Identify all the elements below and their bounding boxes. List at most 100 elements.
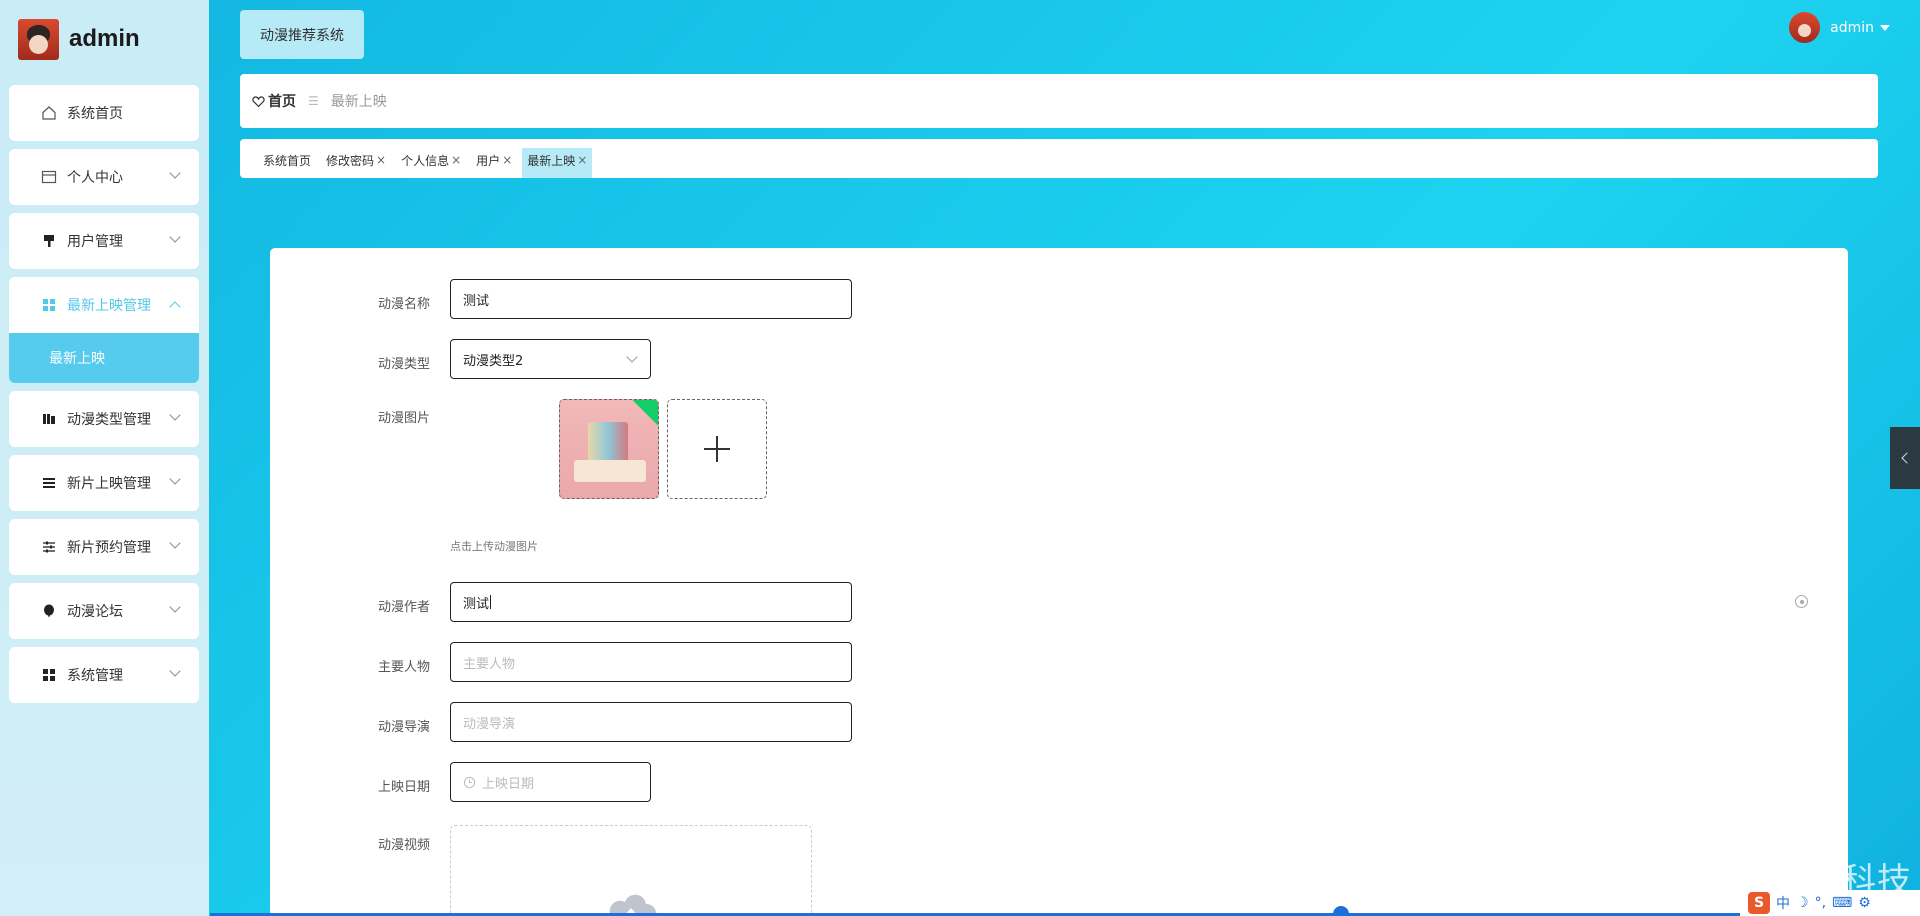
sidebar-item-system-management[interactable]: 系统管理 bbox=[9, 647, 199, 703]
sidebar-item-user-management[interactable]: 用户管理 bbox=[9, 213, 199, 269]
sidebar-item-label: 动漫论坛 bbox=[67, 604, 123, 620]
form-row-image: 动漫图片 bbox=[270, 401, 440, 431]
field-label: 动漫名称 bbox=[377, 296, 430, 312]
anime-name-value: 测试 bbox=[463, 293, 490, 309]
image-content bbox=[574, 460, 646, 482]
chevron-up-icon bbox=[169, 301, 181, 313]
clock-icon bbox=[463, 776, 476, 788]
sidebar-item-anime-type-management[interactable]: 动漫类型管理 bbox=[9, 391, 199, 447]
plus-icon bbox=[704, 436, 730, 462]
list-icon bbox=[39, 473, 59, 493]
chevron-down-icon bbox=[169, 409, 181, 421]
anime-author-value: 测试 bbox=[463, 596, 490, 612]
balloon-icon bbox=[39, 601, 59, 621]
form-row-characters: 主要人物 bbox=[270, 645, 440, 685]
form-row-name: 动漫名称 bbox=[270, 282, 440, 322]
side-panel-toggle[interactable] bbox=[1890, 427, 1920, 489]
cloud-upload-icon bbox=[607, 894, 657, 916]
tab-label: 最新上映 bbox=[527, 153, 576, 168]
release-date-placeholder: 上映日期 bbox=[482, 776, 535, 792]
field-label: 动漫导演 bbox=[377, 719, 430, 735]
keyboard-icon[interactable]: ⌨ bbox=[1832, 895, 1852, 911]
anime-type-value: 动漫类型2 bbox=[463, 353, 524, 369]
form-card: 动漫名称 测试 动漫类型 动漫类型2 动漫图片 点击上传动漫图片 动漫作者 测试… bbox=[270, 248, 1848, 916]
form-row-release-date: 上映日期 bbox=[270, 765, 440, 805]
anime-name-input[interactable]: 测试 bbox=[450, 279, 852, 319]
brush-icon bbox=[39, 231, 59, 251]
breadcrumb-home[interactable]: 首页 bbox=[252, 91, 296, 111]
chevron-left-icon bbox=[1901, 452, 1913, 464]
form-row-type: 动漫类型 bbox=[270, 342, 440, 382]
user-name: admin bbox=[1830, 19, 1874, 36]
chevron-down-icon bbox=[169, 601, 181, 613]
chevron-down-icon bbox=[169, 167, 181, 179]
sidebar-item-personal-center[interactable]: 个人中心 bbox=[9, 149, 199, 205]
tab-label: 系统首页 bbox=[263, 153, 312, 168]
side-menu: 系统首页 个人中心 用户管理 最新上映管理 最新上映 动漫类型管理 新片上映管理… bbox=[9, 85, 199, 711]
home-icon bbox=[39, 103, 59, 123]
caret-down-icon bbox=[1880, 24, 1890, 31]
card-icon bbox=[39, 167, 59, 187]
tab-latest-release[interactable]: 最新上映 × bbox=[522, 148, 593, 178]
breadcrumb-current: 最新上映 bbox=[330, 94, 387, 110]
sliders-icon bbox=[39, 537, 59, 557]
chevron-down-icon bbox=[169, 231, 181, 243]
sidebar-item-label: 新片预约管理 bbox=[67, 540, 151, 556]
field-label: 动漫图片 bbox=[377, 410, 430, 426]
punctuation-icon[interactable]: °, bbox=[1815, 895, 1826, 911]
settings-icon[interactable]: ⚙ bbox=[1858, 895, 1871, 911]
sogou-ime-icon[interactable]: S bbox=[1748, 892, 1770, 914]
heart-icon bbox=[252, 95, 265, 107]
chevron-down-icon bbox=[626, 351, 638, 363]
release-date-picker[interactable]: 上映日期 bbox=[450, 762, 651, 802]
field-label: 动漫视频 bbox=[377, 837, 430, 853]
upload-success-corner bbox=[632, 400, 658, 426]
sidebar-item-latest-release-management[interactable]: 最新上映管理 bbox=[9, 277, 199, 333]
breadcrumb: 首页 ☰ 最新上映 bbox=[240, 74, 1878, 128]
tag-tabs: 系统首页 修改密码 × 个人信息 × 用户 × 最新上映 × bbox=[240, 139, 1878, 178]
tab-user[interactable]: 用户 × bbox=[471, 148, 517, 178]
sidebar-item-label: 用户管理 bbox=[67, 234, 123, 250]
image-upload-tip: 点击上传动漫图片 bbox=[450, 540, 538, 553]
system-name-badge: 动漫推荐系统 bbox=[240, 10, 364, 59]
sidebar-item-label: 新片上映管理 bbox=[67, 476, 151, 492]
anime-type-select[interactable]: 动漫类型2 bbox=[450, 339, 651, 379]
close-icon[interactable]: × bbox=[451, 153, 461, 167]
system-name: 动漫推荐系统 bbox=[260, 27, 344, 44]
ime-language[interactable]: 中 bbox=[1776, 893, 1790, 913]
tab-change-password[interactable]: 修改密码 × bbox=[321, 148, 391, 178]
tab-personal-info[interactable]: 个人信息 × bbox=[396, 148, 466, 178]
field-label: 动漫类型 bbox=[377, 356, 430, 372]
grid-icon bbox=[39, 665, 59, 685]
clear-icon[interactable] bbox=[1795, 595, 1808, 608]
video-upload-area[interactable] bbox=[450, 825, 812, 916]
sidebar-item-label: 最新上映管理 bbox=[67, 298, 151, 314]
main-characters-input[interactable]: 主要人物 bbox=[450, 642, 852, 682]
sidebar-item-anime-forum[interactable]: 动漫论坛 bbox=[9, 583, 199, 639]
field-label: 动漫作者 bbox=[377, 599, 430, 615]
breadcrumb-separator: ☰ bbox=[308, 94, 319, 108]
anime-author-input[interactable]: 测试 bbox=[450, 582, 852, 622]
bars-icon bbox=[39, 409, 59, 429]
sidebar-item-label: 系统首页 bbox=[67, 106, 123, 122]
uploaded-image-thumbnail[interactable] bbox=[559, 399, 659, 499]
field-label: 上映日期 bbox=[377, 779, 430, 795]
sidebar-item-new-release-management[interactable]: 新片上映管理 bbox=[9, 455, 199, 511]
moon-icon[interactable]: ☽ bbox=[1796, 895, 1809, 911]
tab-home[interactable]: 系统首页 bbox=[258, 148, 316, 178]
ime-toolbar: S 中 ☽ °, ⌨ ⚙ bbox=[1740, 890, 1920, 916]
sidebar-subitem-latest-release[interactable]: 最新上映 bbox=[9, 333, 199, 383]
close-icon[interactable]: × bbox=[577, 153, 587, 167]
sidebar-item-new-booking-management[interactable]: 新片预约管理 bbox=[9, 519, 199, 575]
tab-label: 个人信息 bbox=[401, 153, 450, 168]
close-icon[interactable]: × bbox=[376, 153, 386, 167]
director-input[interactable]: 动漫导演 bbox=[450, 702, 852, 742]
close-icon[interactable]: × bbox=[502, 153, 512, 167]
breadcrumb-home-label: 首页 bbox=[268, 94, 296, 110]
brand-name: admin bbox=[69, 25, 140, 52]
sidebar-item-home[interactable]: 系统首页 bbox=[9, 85, 199, 141]
image-upload-button[interactable] bbox=[667, 399, 767, 499]
sidebar-item-label: 动漫类型管理 bbox=[67, 412, 151, 428]
user-dropdown[interactable]: admin bbox=[1789, 12, 1890, 43]
scroll-handle[interactable] bbox=[1333, 906, 1349, 916]
